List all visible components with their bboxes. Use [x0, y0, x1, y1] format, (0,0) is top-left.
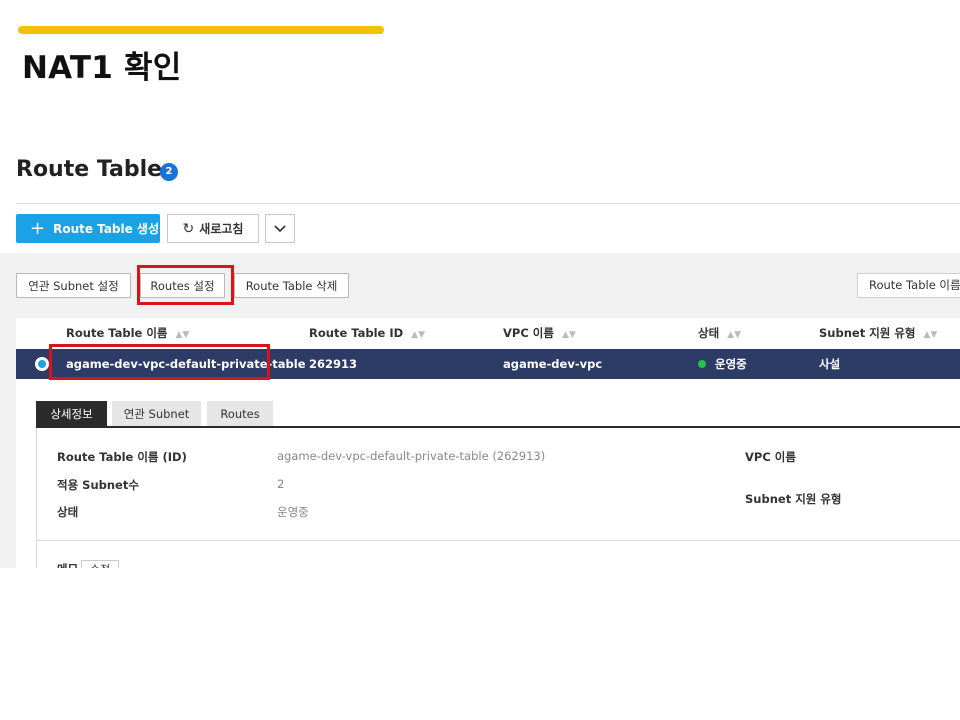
column-header-id[interactable]: Route Table ID ▲▼: [309, 318, 425, 349]
sort-icon: ▲▼: [561, 330, 576, 340]
chevron-down-icon: [274, 224, 286, 232]
cell-subnet-type: 사설: [819, 357, 841, 371]
column-header-vpc[interactable]: VPC 이름 ▲▼: [503, 318, 576, 349]
associated-subnet-settings-button[interactable]: 연관 Subnet 설정: [16, 273, 131, 298]
detail-label-vpc-name: VPC 이름: [745, 450, 796, 464]
delete-route-table-button[interactable]: Route Table 삭제: [234, 273, 349, 298]
cell-status: 운영중: [698, 349, 747, 379]
search-filter-input[interactable]: Route Table 이름: [857, 273, 960, 298]
refresh-button[interactable]: ↻ 새로고침: [167, 214, 259, 243]
tab-details[interactable]: 상세정보: [36, 401, 107, 426]
title-divider: [16, 203, 960, 204]
row-radio-button[interactable]: [35, 357, 49, 371]
column-header-label: Route Table 이름: [66, 326, 168, 340]
sort-icon: ▲▼: [727, 330, 742, 340]
memo-label: 메모: [57, 561, 78, 568]
slide-title: NAT1 확인: [22, 50, 182, 86]
column-header-label: VPC 이름: [503, 326, 554, 340]
help-badge[interactable]: 2: [160, 163, 178, 181]
sort-icon: ▲▼: [175, 330, 190, 340]
plus-icon: +: [30, 217, 46, 239]
status-indicator-icon: [698, 359, 706, 368]
cell-vpc-name: agame-dev-vpc: [503, 357, 603, 371]
detail-label-subnet-type: Subnet 지원 유형: [745, 492, 842, 506]
detail-value-subnet-count: 2: [277, 477, 285, 491]
tab-routes[interactable]: Routes: [207, 401, 273, 426]
create-route-table-button[interactable]: + Route Table 생성: [16, 214, 160, 243]
status-label: 운영중: [715, 357, 747, 371]
highlight-routes-settings: [137, 265, 234, 305]
radio-selected-dot: [38, 360, 46, 368]
sort-icon: ▲▼: [411, 330, 426, 340]
column-header-subnet-type[interactable]: Subnet 지원 유형 ▲▼: [819, 318, 937, 349]
sort-icon: ▲▼: [923, 330, 938, 340]
refresh-label: 새로고침: [199, 222, 244, 236]
detail-value-status: 운영중: [277, 505, 309, 519]
highlight-route-table-name: [49, 344, 270, 380]
column-header-label: 상태: [698, 326, 720, 340]
detail-label-status: 상태: [57, 505, 79, 519]
detail-label-name-id: Route Table 이름 (ID): [57, 450, 187, 464]
create-route-table-label: Route Table 생성: [53, 222, 160, 236]
column-header-label: Subnet 지원 유형: [819, 326, 916, 340]
column-header-status[interactable]: 상태 ▲▼: [698, 318, 741, 349]
memo-edit-button[interactable]: 수정: [81, 560, 119, 568]
console-screenshot: Route Table 2 + Route Table 생성 ↻ 새로고침 연관…: [0, 140, 960, 568]
tab-associated-subnet[interactable]: 연관 Subnet: [112, 401, 201, 426]
column-header-label: Route Table ID: [309, 326, 404, 340]
more-options-button[interactable]: [265, 214, 295, 243]
refresh-icon: ↻: [182, 220, 195, 237]
slide-accent-bar: [18, 26, 384, 34]
page-title: Route Table: [16, 157, 163, 182]
detail-divider: [37, 540, 960, 541]
detail-value-name-id: agame-dev-vpc-default-private-table (262…: [277, 449, 546, 463]
detail-label-subnet-count: 적용 Subnet수: [57, 478, 139, 492]
cell-route-table-id: 262913: [309, 357, 358, 371]
